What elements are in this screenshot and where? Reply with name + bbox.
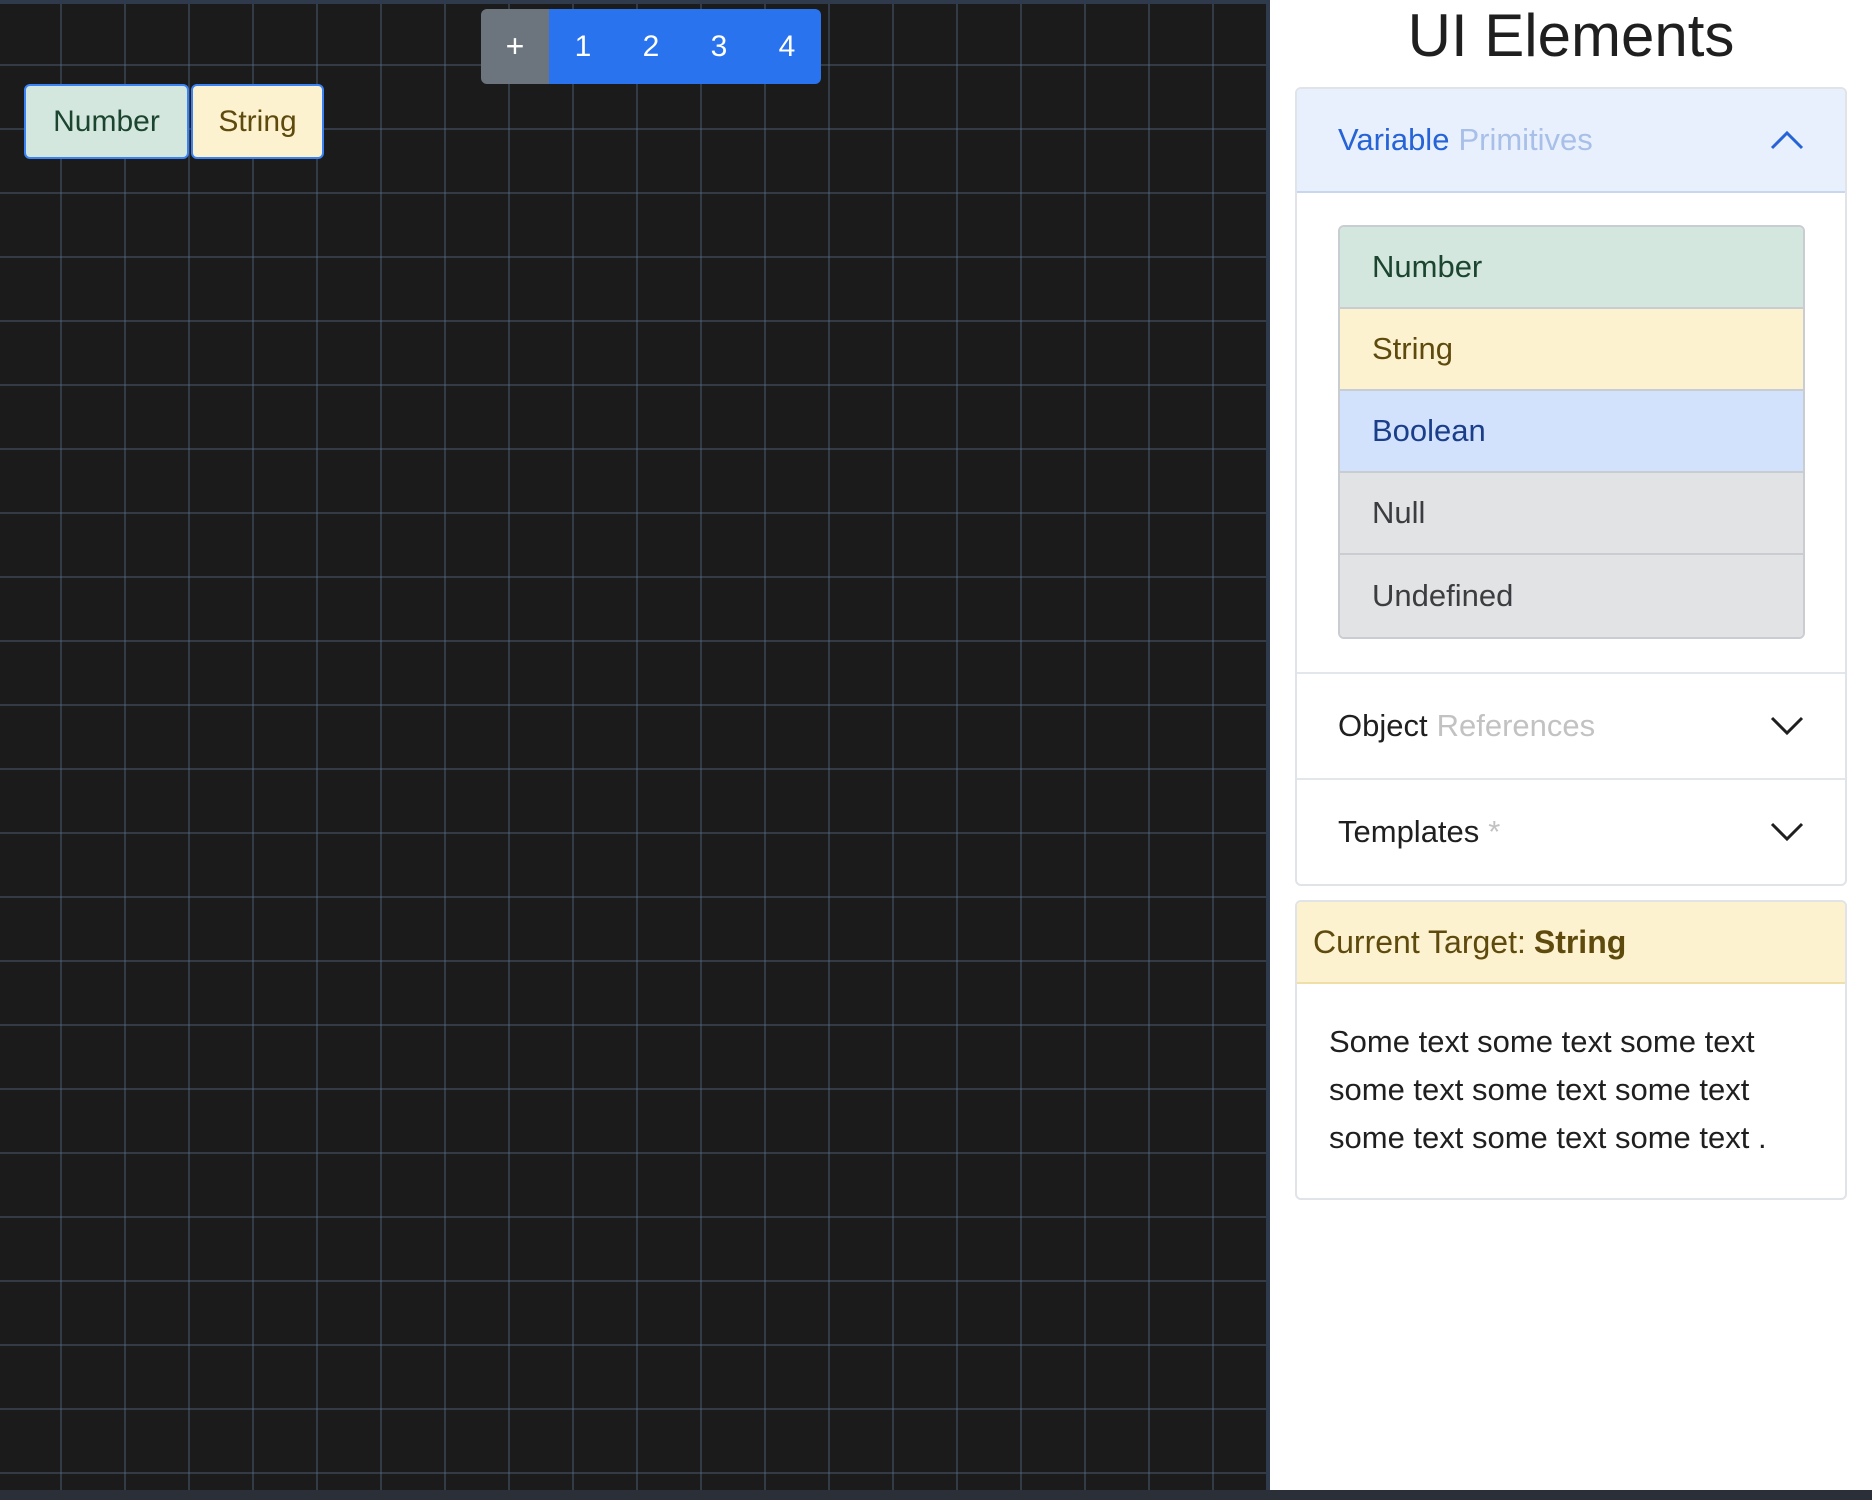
canvas-node-string[interactable]: String bbox=[191, 84, 324, 159]
accordion-subtitle: * bbox=[1488, 814, 1501, 849]
accordion-header-object[interactable]: Object References bbox=[1297, 672, 1845, 778]
page-button-1[interactable]: 1 bbox=[549, 9, 617, 84]
accordion-subtitle: Primitives bbox=[1458, 122, 1593, 157]
chevron-up-icon bbox=[1770, 130, 1804, 150]
list-item-string[interactable]: String bbox=[1340, 309, 1803, 391]
accordion-header-templates[interactable]: Templates * bbox=[1297, 778, 1845, 884]
list-item-undefined[interactable]: Undefined bbox=[1340, 555, 1803, 637]
accordion-title: Templates bbox=[1338, 814, 1480, 849]
page-button-2[interactable]: 2 bbox=[617, 9, 685, 84]
chevron-down-icon bbox=[1770, 822, 1804, 842]
panel-title: UI Elements bbox=[1407, 2, 1735, 69]
current-target-description: Some text some text some text some text … bbox=[1329, 1024, 1767, 1155]
add-page-button[interactable]: + bbox=[481, 9, 549, 84]
current-target-value: String bbox=[1533, 923, 1627, 960]
page-button-4[interactable]: 4 bbox=[753, 9, 821, 84]
list-item-boolean[interactable]: Boolean bbox=[1340, 391, 1803, 473]
accordion-body-variable: Number String Boolean Null Undefined bbox=[1297, 193, 1845, 672]
canvas-node-number[interactable]: Number bbox=[24, 84, 189, 159]
primitive-list: Number String Boolean Null Undefined bbox=[1338, 225, 1805, 639]
page-button-3[interactable]: 3 bbox=[685, 9, 753, 84]
page-toolbar: + 1 2 3 4 bbox=[481, 9, 821, 84]
accordion-header-variable[interactable]: Variable Primitives bbox=[1297, 89, 1845, 193]
list-item-null[interactable]: Null bbox=[1340, 473, 1803, 555]
ui-elements-panel: UI Elements Variable Primitives Number S… bbox=[1270, 0, 1872, 1490]
current-target-label: Current Target: bbox=[1313, 923, 1526, 960]
accordion-subtitle: References bbox=[1436, 708, 1596, 743]
elements-accordion: Variable Primitives Number String Boolea… bbox=[1295, 87, 1847, 886]
list-item-number[interactable]: Number bbox=[1340, 227, 1803, 309]
canvas-bottom-border bbox=[0, 1490, 1872, 1500]
current-target-card: Current Target: String Some text some te… bbox=[1295, 900, 1847, 1200]
chevron-down-icon bbox=[1770, 716, 1804, 736]
accordion-title: Object bbox=[1338, 708, 1428, 743]
accordion-title: Variable bbox=[1338, 122, 1450, 157]
current-target-header: Current Target: String bbox=[1297, 902, 1845, 984]
graph-canvas[interactable]: + 1 2 3 4 Number String bbox=[0, 0, 1270, 1500]
